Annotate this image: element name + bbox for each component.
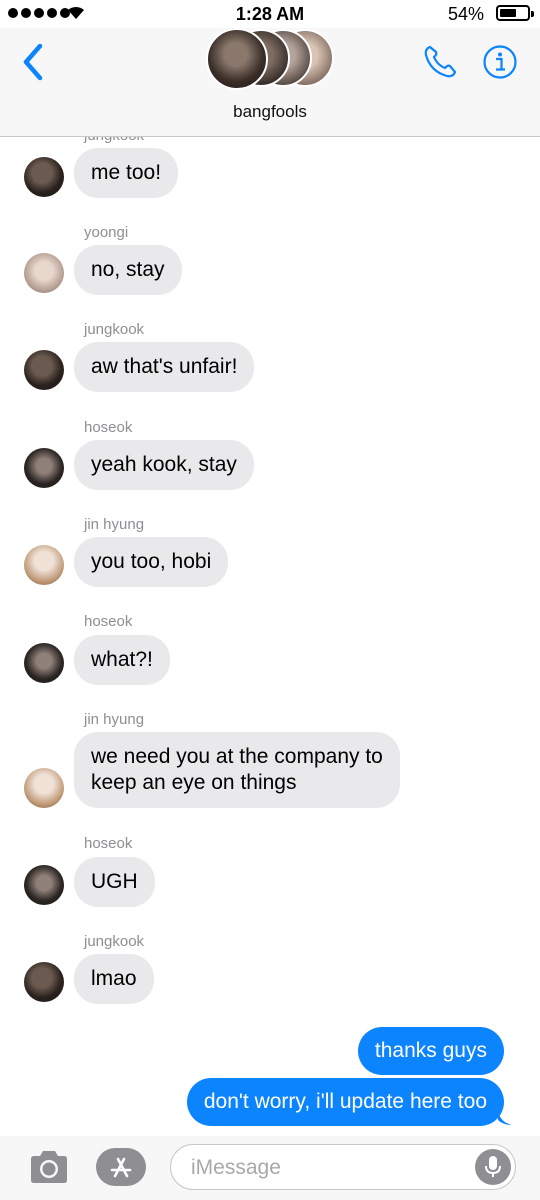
message-bubble[interactable]: UGH	[74, 857, 155, 907]
message-bubble[interactable]: lmao	[74, 954, 154, 1004]
avatar[interactable]	[24, 865, 64, 905]
message-bubble[interactable]: you too, hobi	[74, 537, 229, 587]
avatar[interactable]	[24, 350, 64, 390]
back-chevron-icon[interactable]	[18, 42, 48, 82]
sender-name: hoseok	[84, 613, 133, 630]
message-bubble[interactable]: aw that's unfair!	[74, 342, 255, 392]
outgoing-bubble[interactable]: don't worry, i'll update here too	[186, 1078, 504, 1126]
battery-icon	[496, 5, 534, 21]
info-icon[interactable]	[482, 44, 518, 80]
group-name[interactable]: bangfools	[0, 102, 540, 122]
message-line: we need you at the company to	[91, 745, 383, 768]
microphone-button[interactable]	[475, 1149, 511, 1185]
message-bubble[interactable]: me too!	[74, 148, 179, 198]
message-line: keep an eye on things	[91, 771, 297, 794]
message-bubble[interactable]: no, stay	[74, 245, 182, 295]
app-store-button[interactable]	[96, 1148, 146, 1186]
avatar[interactable]	[24, 448, 64, 488]
outgoing-bubble[interactable]: thanks guys	[357, 1027, 504, 1075]
sender-name: jin hyung	[84, 711, 145, 728]
microphone-icon	[485, 1156, 501, 1177]
sender-name: hoseok	[84, 835, 133, 852]
avatar[interactable]	[24, 157, 64, 197]
sender-name: yoongi	[84, 224, 129, 241]
sender-name: jungkook	[84, 933, 145, 950]
avatar[interactable]	[24, 253, 64, 293]
group-avatar-1	[206, 28, 268, 90]
sender-name: jin hyung	[84, 516, 145, 533]
avatar[interactable]	[24, 962, 64, 1002]
message-input-field[interactable]	[170, 1144, 516, 1190]
avatar[interactable]	[24, 643, 64, 683]
camera-icon[interactable]	[28, 1150, 70, 1184]
message-input[interactable]	[189, 1153, 463, 1183]
avatar[interactable]	[24, 545, 64, 585]
battery-percent: 54%	[447, 4, 484, 24]
message-bubble[interactable]: yeah kook, stay	[74, 440, 254, 490]
conversation-header: bangfools	[0, 28, 540, 137]
app-store-icon	[110, 1157, 132, 1178]
sender-name: jungkook	[84, 137, 144, 144]
sender-name: jungkook	[84, 321, 145, 338]
status-bar: 1:28 AM 54%	[0, 0, 540, 28]
phone-icon[interactable]	[422, 44, 458, 80]
bubble-tail-icon	[498, 1111, 512, 1125]
group-avatars[interactable]	[206, 28, 336, 90]
avatar[interactable]	[24, 768, 64, 808]
message-bubble[interactable]: what?!	[74, 635, 170, 685]
message-bubble[interactable]: we need you at the company to keep an ey…	[74, 732, 400, 808]
compose-bar	[0, 1136, 540, 1200]
message-thread[interactable]: jungkook me too! yoongi no, stay jungkoo…	[0, 137, 540, 1135]
sender-name: hoseok	[84, 419, 133, 436]
